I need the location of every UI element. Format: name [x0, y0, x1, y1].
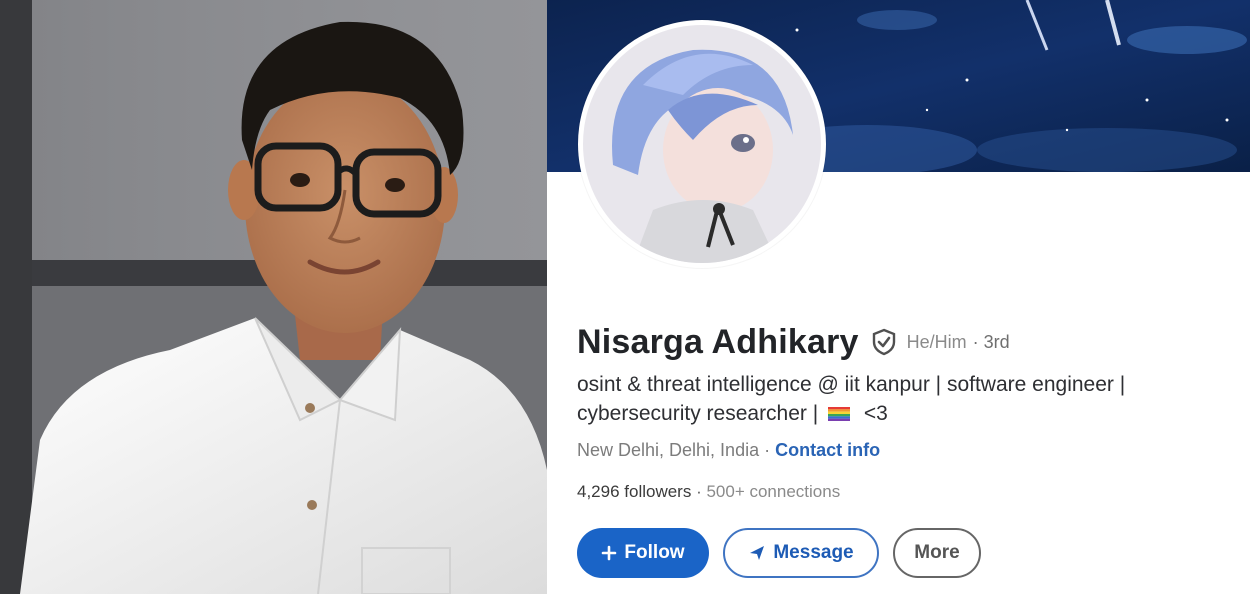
- avatar-image: [583, 25, 821, 263]
- contact-info-link[interactable]: Contact info: [775, 440, 880, 460]
- headline-line-2: cybersecurity researcher | <3: [577, 399, 1247, 428]
- headline-line-2-prefix: cybersecurity researcher |: [577, 402, 819, 425]
- followers-count[interactable]: 4,296 followers: [577, 482, 691, 501]
- name-row: Nisarga Adhikary He/Him · 3rd: [577, 322, 1010, 362]
- profile-name: Nisarga Adhikary: [577, 322, 859, 361]
- headline: osint & threat intelligence @ iit kanpur…: [577, 370, 1247, 428]
- stats-row: 4,296 followers · 500+ connections: [577, 482, 840, 502]
- message-label: Message: [773, 542, 854, 563]
- rainbow-flag-icon: [828, 400, 851, 421]
- profile-card: Nisarga Adhikary He/Him · 3rd osint & th…: [547, 0, 1250, 594]
- location-separator: ·: [759, 440, 776, 460]
- shield-check-icon[interactable]: [869, 327, 899, 357]
- connection-degree: · 3rd: [972, 331, 1010, 352]
- more-label: More: [914, 542, 960, 563]
- location: New Delhi, Delhi, India: [577, 440, 760, 460]
- connections-count[interactable]: 500+ connections: [706, 482, 840, 501]
- portrait-illustration: [0, 0, 547, 594]
- stats-separator: ·: [691, 482, 707, 501]
- headline-line-2-suffix: <3: [863, 402, 888, 425]
- more-button[interactable]: More: [893, 528, 981, 578]
- follow-button[interactable]: Follow: [577, 528, 709, 578]
- message-button[interactable]: Message: [723, 528, 879, 578]
- follow-label: Follow: [624, 542, 685, 563]
- pronouns: He/Him: [906, 331, 967, 352]
- profile-actions: Follow Message More: [577, 528, 981, 578]
- location-row: New Delhi, Delhi, India · Contact info: [577, 440, 880, 461]
- send-icon: [748, 544, 766, 562]
- avatar[interactable]: [578, 20, 826, 268]
- plus-icon: [601, 545, 617, 561]
- profile-photo: [0, 0, 547, 594]
- headline-line-1: osint & threat intelligence @ iit kanpur…: [577, 373, 1126, 396]
